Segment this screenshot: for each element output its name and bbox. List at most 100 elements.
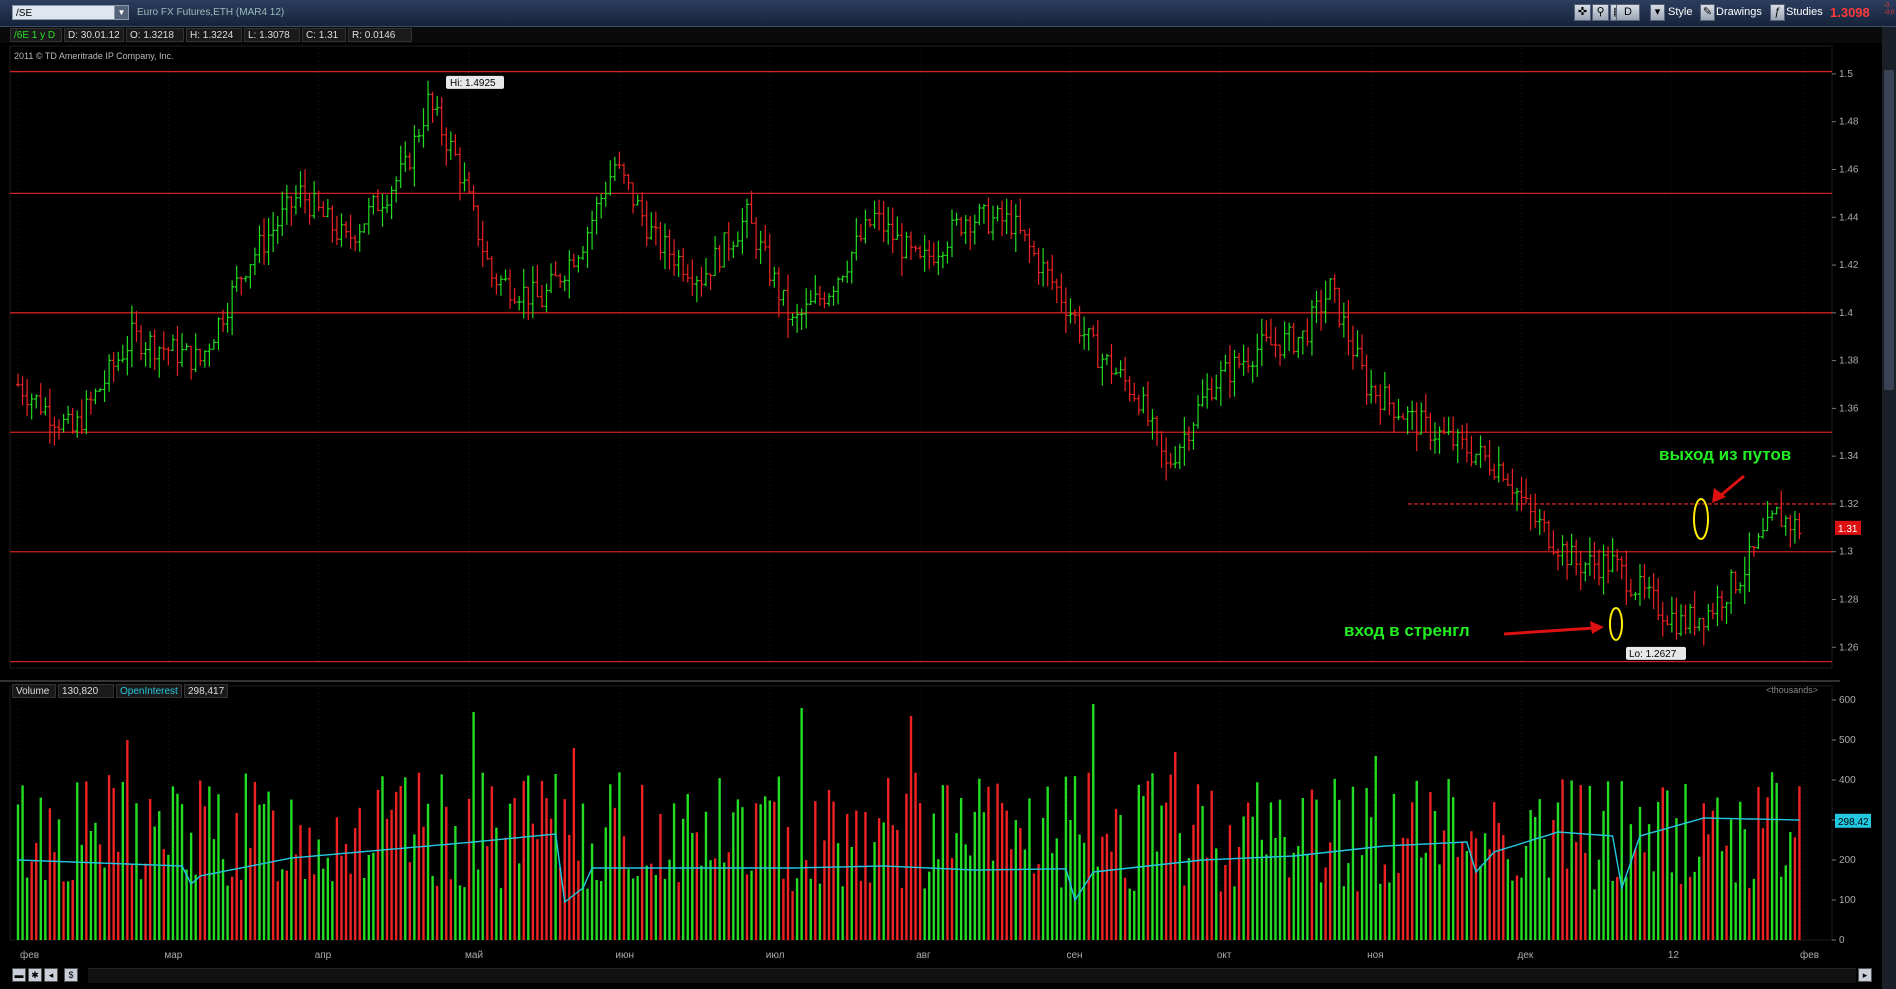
price-bar xyxy=(672,239,677,276)
price-bar xyxy=(457,147,462,201)
price-bar xyxy=(767,233,772,286)
price-bar xyxy=(1209,377,1214,401)
price-bar xyxy=(166,346,171,366)
zoom-out-icon[interactable]: ◂ xyxy=(44,968,58,982)
price-bar xyxy=(694,276,699,303)
price-bar xyxy=(239,276,244,296)
price-bar xyxy=(1282,321,1287,359)
price-bar xyxy=(1022,229,1027,242)
time-tick-label: апр xyxy=(315,950,332,961)
price-bar xyxy=(1323,280,1328,324)
price-bar xyxy=(1733,571,1738,594)
price-bar xyxy=(585,226,590,268)
price-bar xyxy=(790,313,795,326)
price-bar xyxy=(1337,287,1342,328)
price-bar xyxy=(1592,542,1597,580)
entry-arrowhead xyxy=(1590,621,1604,634)
price-bar xyxy=(275,216,280,244)
price-bar xyxy=(271,211,276,253)
price-bar xyxy=(298,171,303,208)
price-chart[interactable]: 1.5 1.48 1.46 1.44 1.42 1.4 1.38 1.36 1.34 1.32 1.… xyxy=(0,0,1882,989)
price-bar xyxy=(1674,597,1679,640)
price-bar xyxy=(357,224,362,252)
price-bar xyxy=(735,231,740,247)
price-bar xyxy=(1469,435,1474,467)
entry-annotation: вход в стренгл xyxy=(1344,621,1470,640)
volume-tick-label: 500 xyxy=(1839,735,1856,746)
price-bar xyxy=(407,152,412,171)
price-tick-label: 1.4 xyxy=(1839,308,1853,319)
price-bar xyxy=(890,207,895,254)
price-bar xyxy=(1159,431,1164,469)
price-bar xyxy=(1665,615,1670,626)
price-bar xyxy=(344,221,349,239)
entry-arrow xyxy=(1503,626,1595,636)
volume-tick-label: 600 xyxy=(1839,695,1856,706)
price-bar xyxy=(1419,402,1424,435)
price-bar xyxy=(567,250,572,299)
price-bar xyxy=(353,234,358,252)
price-bar xyxy=(1391,402,1396,433)
price-bar xyxy=(1227,345,1232,399)
time-axis: фев мар апр май июн июл авг сен окт ноя дек 12 фев xyxy=(20,949,1819,961)
price-bar xyxy=(398,145,403,189)
price-bar xyxy=(676,249,681,278)
price-bar xyxy=(662,223,667,270)
price-bar xyxy=(549,263,554,294)
price-bar xyxy=(776,267,781,318)
price-bar xyxy=(435,96,440,116)
settings-icon[interactable]: ✱ xyxy=(28,968,42,982)
price-bar xyxy=(1760,517,1765,539)
price-bar xyxy=(1719,590,1724,621)
price-bar xyxy=(243,275,248,283)
price-bar xyxy=(1118,360,1123,378)
horizontal-scrollbar[interactable] xyxy=(88,968,1856,983)
price-bar xyxy=(180,333,185,367)
price-bar xyxy=(202,350,207,368)
price-bar xyxy=(1068,298,1073,324)
price-bar xyxy=(1405,406,1410,435)
price-bar xyxy=(494,273,499,295)
dollar-icon[interactable]: $ xyxy=(64,968,78,982)
price-bar xyxy=(562,275,567,292)
price-bar xyxy=(139,325,144,361)
price-bar xyxy=(968,215,973,251)
price-bar xyxy=(293,185,298,215)
price-bar xyxy=(1783,515,1788,536)
price-bar xyxy=(1779,490,1784,527)
price-bar xyxy=(1300,330,1305,355)
price-bar xyxy=(1186,426,1191,451)
price-bar xyxy=(1073,309,1078,324)
price-bar xyxy=(1373,385,1378,404)
low-label: Lo: 1.2627 xyxy=(1629,649,1677,660)
price-bar xyxy=(448,131,453,161)
price-bar xyxy=(740,207,745,255)
price-bar xyxy=(667,229,672,270)
price-bar xyxy=(116,351,121,372)
price-bar xyxy=(644,200,649,247)
price-bar xyxy=(1205,373,1210,409)
price-bar xyxy=(1050,254,1055,291)
price-bar xyxy=(608,160,613,196)
volume-tick-label: 0 xyxy=(1839,935,1845,946)
expand-icon[interactable]: ▬ xyxy=(12,968,26,982)
price-bar xyxy=(1478,435,1483,468)
price-bar xyxy=(1460,424,1465,450)
price-bar xyxy=(1464,423,1469,463)
price-bar xyxy=(1710,602,1715,620)
scroll-right-icon[interactable]: ▸ xyxy=(1858,968,1872,982)
price-bar xyxy=(389,186,394,220)
price-bar xyxy=(476,205,481,247)
price-tick-label: 1.26 xyxy=(1839,642,1859,653)
price-bar xyxy=(1542,510,1547,533)
price-bar xyxy=(1177,443,1182,470)
price-bar xyxy=(1223,354,1228,372)
price-bar xyxy=(416,129,421,143)
price-bar xyxy=(262,218,267,265)
price-bar xyxy=(653,211,658,246)
price-bar xyxy=(877,199,882,231)
vertical-scroll-thumb[interactable] xyxy=(1884,70,1894,390)
price-bar xyxy=(1765,501,1770,532)
price-bar xyxy=(1596,549,1601,586)
price-bar xyxy=(1104,353,1109,366)
